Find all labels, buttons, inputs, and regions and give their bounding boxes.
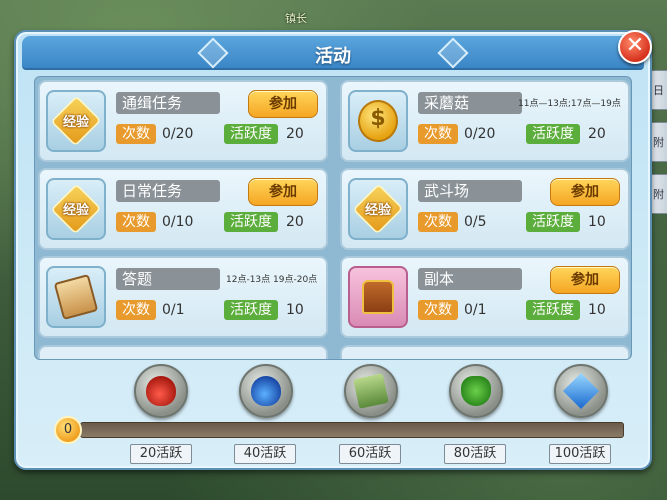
activity-card-mushroom: $ 采蘑菇 11点—13点;17点—19点 次数 0/20 活跃度 20 [340,80,630,162]
activity-tag: 活跃度 [526,212,580,232]
activity-time: 11点—13点;17点—19点 [518,99,621,109]
activity-card-arena: 经验 武斗场 参加 次数 0/5 活跃度 10 [340,168,630,250]
activity-icon-frame: 经验 [46,178,106,240]
milestone-label: 20活跃 [130,444,192,464]
activity-tag: 活跃度 [526,124,580,144]
activity-value: 20 [286,214,304,230]
activity-time: 12点-13点 19点-20点 [226,275,318,285]
count-value: 0/1 [464,302,487,318]
treasure-chest-icon [362,280,394,314]
join-button[interactable]: 参加 [550,178,620,206]
reward-chest-80[interactable] [449,364,503,418]
count-value: 0/5 [464,214,487,230]
clover-icon [461,376,491,406]
activity-card-partial [38,345,328,359]
coin-symbol: $ [370,106,386,131]
activity-icon-frame [348,266,408,328]
activity-icon-frame: 经验 [348,178,408,240]
exp-icon-label: 经验 [62,115,89,130]
progress-value: 0 [54,416,82,444]
activity-name: 答题 [116,268,220,290]
activity-reward-bar: 0 20活跃 40活跃 60活跃 80活跃 100活跃 [34,364,632,464]
count-tag: 次数 [116,300,156,320]
activity-tag: 活跃度 [224,124,278,144]
count-value: 0/20 [464,126,496,142]
exp-icon-label: 经验 [364,203,391,218]
count-value: 0/1 [162,302,185,318]
activity-icon-frame [46,266,106,328]
activity-progress-bar [80,422,624,438]
activity-value: 20 [286,126,304,142]
count-tag: 次数 [418,212,458,232]
activity-name: 武斗场 [418,180,522,202]
close-button[interactable]: ✕ [618,30,652,64]
activity-list[interactable]: 经验 通缉任务 参加 次数 0/20 活跃度 20 $ 采蘑菇 11点—13点;… [34,76,632,360]
red-potion-icon [146,376,176,406]
activity-icon-frame: 经验 [46,90,106,152]
activity-value: 10 [286,302,304,318]
reward-chest-60[interactable] [344,364,398,418]
join-button[interactable]: 参加 [550,266,620,294]
count-value: 0/20 [162,126,194,142]
activity-value: 10 [588,214,606,230]
activity-tag: 活跃度 [526,300,580,320]
milestone-label: 100活跃 [549,444,611,464]
scroll-reward-icon [353,373,389,409]
npc-name-label: 镇长 [285,12,307,25]
activity-name: 通缉任务 [116,92,220,114]
activity-tag: 活跃度 [224,212,278,232]
activity-card-quiz: 答题 12点-13点 19点-20点 次数 0/1 活跃度 10 [38,256,328,338]
gem-icon [562,372,600,410]
blue-potion-icon [251,376,281,406]
count-tag: 次数 [418,124,458,144]
activity-panel: 活动 ✕ 经验 通缉任务 参加 次数 0/20 活跃度 20 $ 采蘑菇 11点… [14,30,652,470]
milestone-label: 40活跃 [234,444,296,464]
activity-card-daily-task: 经验 日常任务 参加 次数 0/10 活跃度 20 [38,168,328,250]
activity-card-partial [340,345,630,359]
activity-card-wanted-task: 经验 通缉任务 参加 次数 0/20 活跃度 20 [38,80,328,162]
activity-name: 采蘑菇 [418,92,522,114]
panel-title-bar: 活动 [22,36,644,70]
milestone-label: 80活跃 [444,444,506,464]
activity-card-dungeon: 副本 参加 次数 0/1 活跃度 10 [340,256,630,338]
reward-chest-40[interactable] [239,364,293,418]
activity-name: 副本 [418,268,522,290]
activity-value: 10 [588,302,606,318]
milestone-label: 60活跃 [339,444,401,464]
count-value: 0/10 [162,214,194,230]
activity-name: 日常任务 [116,180,220,202]
join-button[interactable]: 参加 [248,178,318,206]
join-button[interactable]: 参加 [248,90,318,118]
count-tag: 次数 [116,124,156,144]
reward-chest-20[interactable] [134,364,188,418]
reward-chest-100[interactable] [554,364,608,418]
count-tag: 次数 [116,212,156,232]
exp-icon-label: 经验 [62,203,89,218]
count-tag: 次数 [418,300,458,320]
panel-title: 活动 [315,46,351,67]
activity-tag: 活跃度 [224,300,278,320]
scroll-icon [53,273,99,321]
activity-value: 20 [588,126,606,142]
activity-icon-frame: $ [348,90,408,152]
